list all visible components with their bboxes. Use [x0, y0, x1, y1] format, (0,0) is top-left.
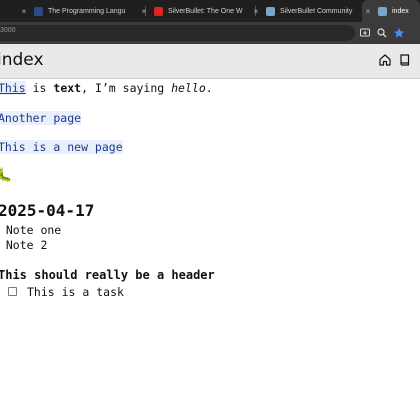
silverbullet-icon: [378, 6, 387, 16]
bookmark-star-icon[interactable]: [393, 27, 405, 39]
date-heading: 2025-04-17: [0, 201, 95, 220]
tab-index[interactable]: × index: [362, 0, 420, 22]
tab-silverbullet-community[interactable]: × SilverBullet Community: [250, 0, 368, 22]
browser-toolbar: 3000: [0, 22, 420, 44]
text: .: [205, 81, 213, 95]
address-bar[interactable]: 3000: [0, 25, 355, 41]
page-title[interactable]: index: [0, 50, 44, 70]
address-url: 3000: [0, 27, 16, 34]
list-item: * Note 2: [0, 238, 48, 252]
tab-programming-language[interactable]: × The Programming Langu: [18, 0, 146, 22]
wiki-link[interactable]: This: [0, 81, 26, 95]
wiki-link-another-page[interactable]: Another page: [0, 111, 82, 125]
install-app-icon[interactable]: [359, 27, 371, 39]
italic-text: hello: [171, 81, 206, 95]
tab-silverbullet-youtube[interactable]: × SilverBullet: The One W: [138, 0, 256, 22]
list-item: * Note one: [0, 223, 62, 237]
browser-tab-strip: × The Programming Langu × SilverBullet: …: [0, 0, 420, 22]
close-tab-icon[interactable]: ×: [250, 7, 262, 16]
link-line: This is a new page: [0, 140, 123, 154]
editor[interactable]: This is text, I’m saying hello. Another …: [0, 78, 420, 420]
link-line: Another page: [0, 111, 82, 125]
bold-text: text: [53, 81, 82, 95]
task-item: This is a task: [8, 285, 124, 299]
favicon-icon: [34, 6, 43, 16]
tab-title: The Programming Langu: [48, 7, 126, 15]
paragraph-line: This is text, I’m saying hello.: [0, 81, 213, 95]
tab-title: SilverBullet: The One W: [168, 7, 243, 15]
zoom-icon[interactable]: [376, 27, 388, 39]
close-tab-icon[interactable]: ×: [138, 7, 150, 16]
youtube-icon: [154, 6, 163, 16]
book-icon[interactable]: [398, 53, 412, 67]
bug-emoji: 🐛: [0, 168, 13, 183]
wiki-link-new-page[interactable]: This is a new page: [0, 140, 123, 154]
text: , I’m saying: [81, 81, 172, 95]
app-header: index: [0, 44, 420, 79]
close-tab-icon[interactable]: ×: [18, 7, 30, 16]
tab-title: SilverBullet Community: [280, 7, 353, 15]
silverbullet-icon: [266, 6, 275, 16]
home-icon[interactable]: [378, 53, 392, 67]
task-checkbox[interactable]: [8, 287, 17, 296]
close-tab-icon[interactable]: ×: [362, 7, 374, 16]
bold-header-line: This should really be a header: [0, 268, 215, 282]
task-label: This is a task: [27, 285, 124, 299]
text: is: [25, 81, 54, 95]
tab-title: index: [392, 7, 409, 15]
